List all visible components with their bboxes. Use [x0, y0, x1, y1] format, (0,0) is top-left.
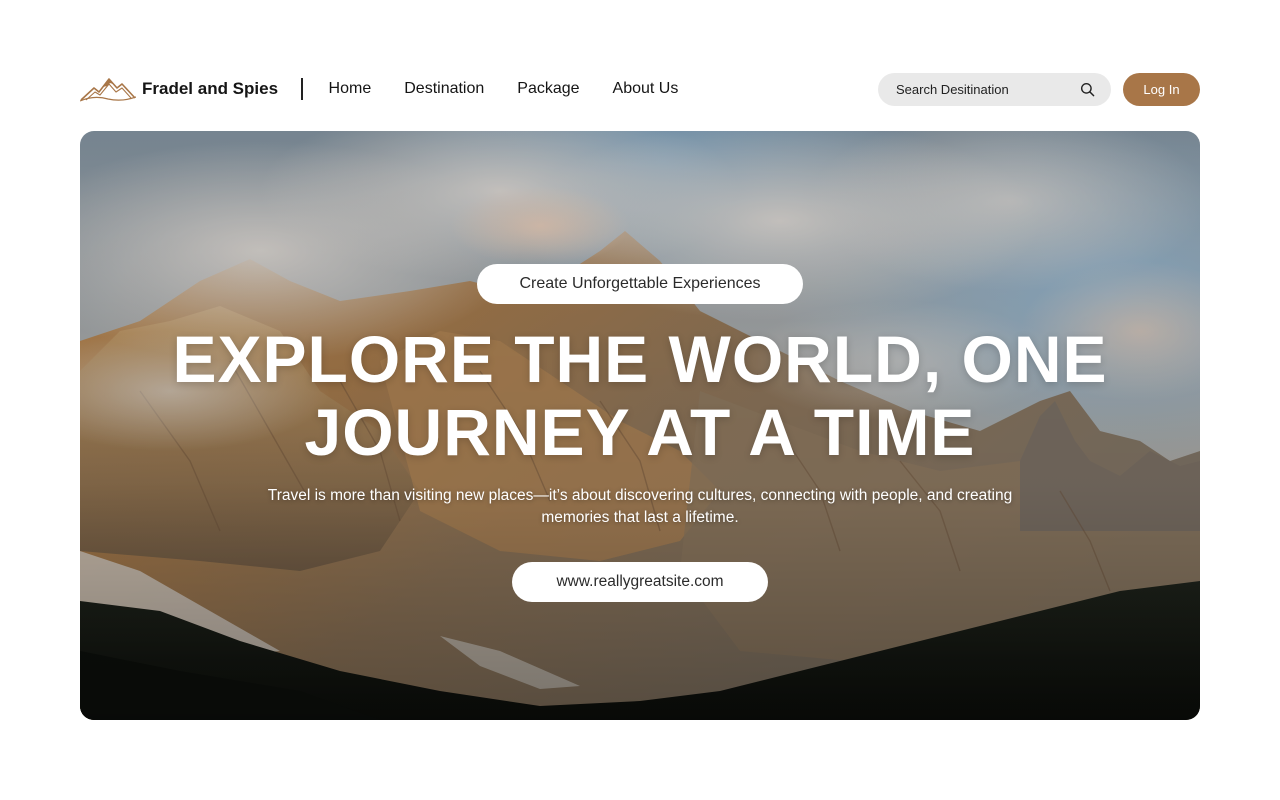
nav-item-about-us[interactable]: About Us: [613, 80, 679, 98]
search-input[interactable]: [896, 82, 1071, 97]
brand-name: Fradel and Spies: [142, 79, 279, 98]
nav-item-package[interactable]: Package: [517, 80, 579, 98]
hero-headline: EXPLORE THE WORLD, ONE JOURNEY AT A TIME: [120, 323, 1160, 469]
hero-content: Create Unforgettable Experiences EXPLORE…: [80, 131, 1200, 720]
main-nav: Home Destination Package About Us: [329, 80, 679, 98]
nav-item-home[interactable]: Home: [329, 80, 372, 98]
hero-tagline-pill: Create Unforgettable Experiences: [477, 264, 803, 304]
hero-banner: Create Unforgettable Experiences EXPLORE…: [80, 131, 1200, 720]
nav-item-destination[interactable]: Destination: [404, 80, 484, 98]
landing-page: Fradel and Spies Home Destination Packag…: [0, 0, 1280, 800]
hero-headline-line-2: JOURNEY AT A TIME: [304, 395, 976, 469]
hero-description: Travel is more than visiting new places—…: [267, 487, 1013, 526]
hero-headline-line-1: EXPLORE THE WORLD, ONE: [172, 322, 1108, 396]
login-button[interactable]: Log In: [1123, 73, 1200, 106]
search-icon[interactable]: [1080, 82, 1095, 97]
brand-divider: [301, 78, 303, 100]
search-bar: [878, 73, 1111, 106]
mountain-logo-icon: [80, 78, 136, 102]
website-link-button[interactable]: www.reallygreatsite.com: [512, 562, 768, 602]
site-header: Fradel and Spies Home Destination Packag…: [80, 68, 1200, 110]
brand[interactable]: Fradel and Spies: [80, 68, 278, 110]
